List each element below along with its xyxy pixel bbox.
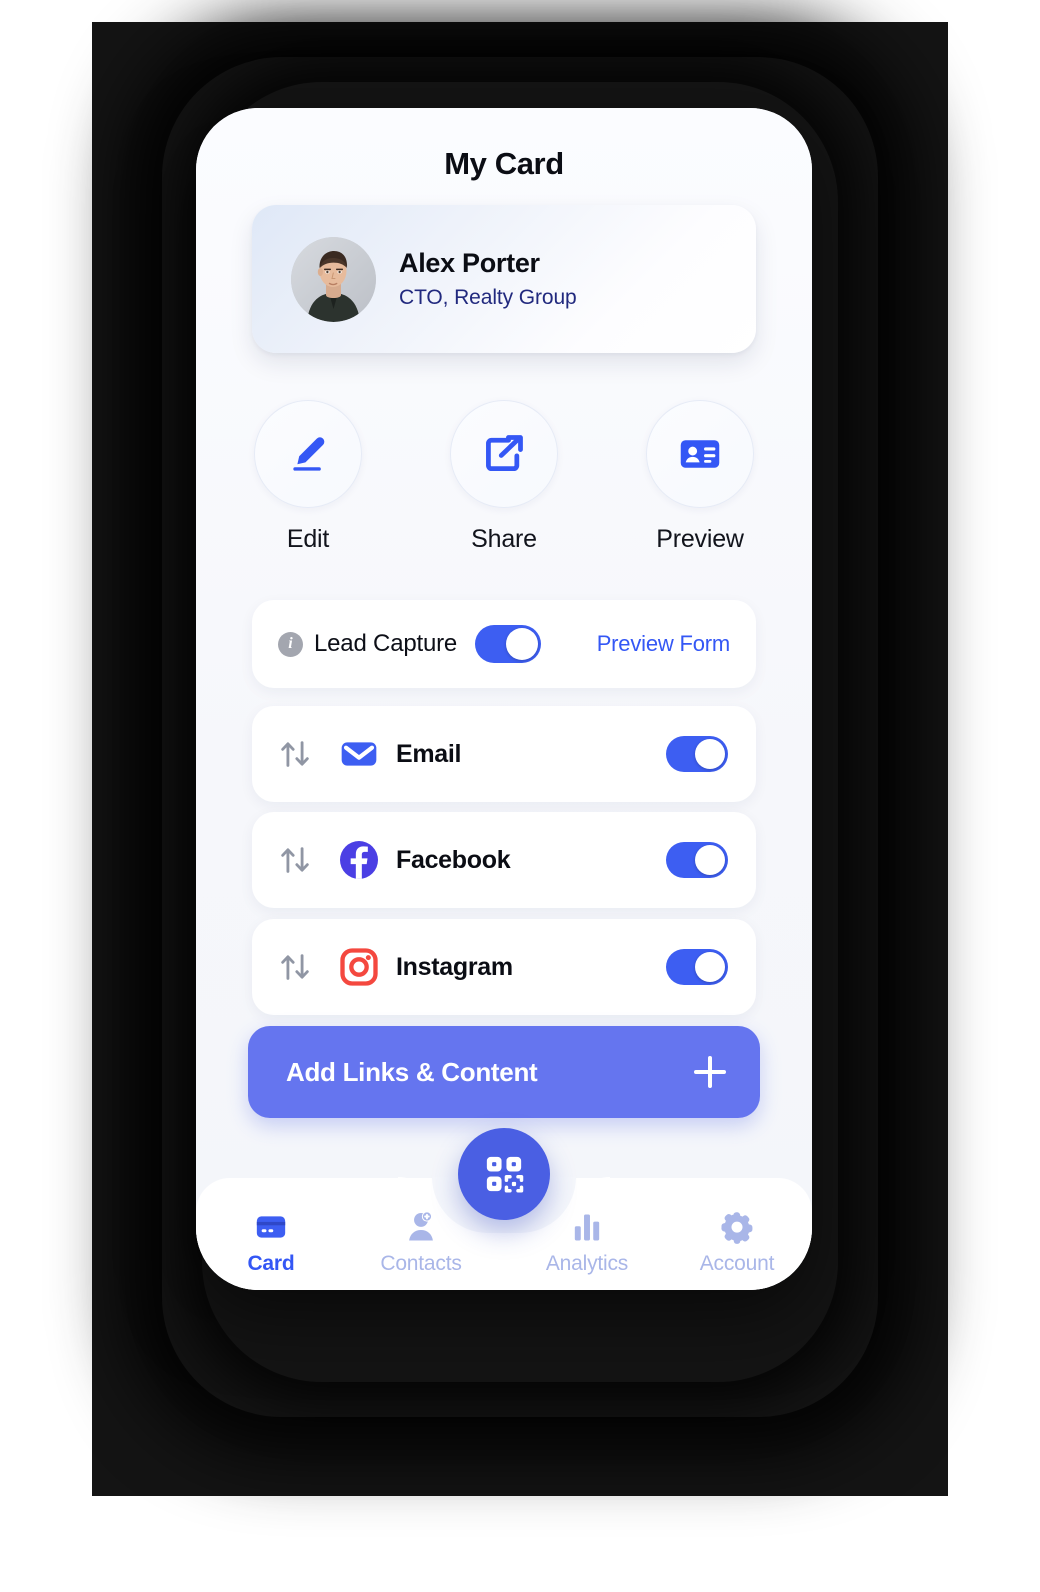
reorder-arrows-icon[interactable]	[278, 737, 312, 771]
qr-code-icon	[483, 1153, 525, 1195]
action-share[interactable]: Share	[448, 400, 560, 554]
toggle-knob	[695, 739, 725, 769]
preview-form-link[interactable]: Preview Form	[597, 631, 730, 657]
nav-item-contacts[interactable]: Contacts	[346, 1208, 496, 1276]
edit-label: Edit	[286, 525, 330, 553]
action-preview[interactable]: Preview	[644, 400, 756, 554]
nav-label-contacts: Contacts	[380, 1252, 462, 1275]
qr-scan-button[interactable]	[458, 1128, 550, 1220]
toggle-knob	[695, 845, 725, 875]
preview-label: Preview	[656, 525, 744, 553]
email-label: Email	[396, 739, 462, 768]
nav-label-account: Account	[699, 1252, 775, 1275]
bar-chart-icon	[570, 1208, 604, 1246]
facebook-toggle[interactable]	[666, 842, 728, 878]
add-person-icon	[404, 1208, 438, 1246]
instagram-icon	[339, 947, 379, 987]
nav-label-card: Card	[247, 1252, 295, 1275]
instagram-toggle[interactable]	[666, 949, 728, 985]
phone-frame: My Card Alex Porter CTO, Realty Group Ed…	[196, 108, 812, 1290]
toggle-knob	[695, 952, 725, 982]
credit-card-icon	[254, 1208, 288, 1246]
page-title: My Card	[444, 146, 564, 181]
link-row-facebook: Facebook	[252, 812, 756, 908]
profile-role: CTO, Realty Group	[399, 285, 577, 309]
edit-button[interactable]	[254, 400, 362, 508]
nav-label-analytics: Analytics	[545, 1252, 629, 1275]
lead-capture-row: i Lead Capture Preview Form	[252, 600, 756, 688]
email-icon	[339, 734, 379, 774]
share-label: Share	[471, 525, 537, 553]
email-toggle[interactable]	[666, 736, 728, 772]
instagram-label: Instagram	[396, 952, 513, 981]
nav-item-analytics[interactable]: Analytics	[512, 1208, 662, 1276]
lead-capture-toggle[interactable]	[475, 625, 542, 663]
add-button-label: Add Links & Content	[286, 1056, 538, 1087]
action-edit[interactable]: Edit	[252, 400, 364, 554]
link-row-email: Email	[252, 706, 756, 802]
share-button[interactable]	[450, 400, 558, 508]
reorder-arrows-icon[interactable]	[278, 950, 312, 984]
toggle-knob	[506, 628, 539, 660]
profile-text: Alex Porter CTO, Realty Group	[399, 248, 577, 309]
plus-icon	[694, 1056, 726, 1088]
share-icon	[482, 432, 526, 476]
lead-capture-label: Lead Capture	[314, 630, 458, 657]
pencil-icon	[286, 432, 330, 476]
quick-actions: Edit Share Preview	[252, 400, 756, 554]
reorder-arrows-icon[interactable]	[278, 843, 312, 877]
id-card-icon	[678, 432, 722, 476]
link-row-instagram: Instagram	[252, 919, 756, 1015]
profile-name: Alex Porter	[399, 248, 540, 279]
nav-item-account[interactable]: Account	[662, 1208, 812, 1276]
app-screen: My Card Alex Porter CTO, Realty Group Ed…	[196, 108, 812, 1290]
add-links-and-content-button[interactable]: Add Links & Content	[248, 1026, 760, 1118]
gear-icon	[720, 1208, 754, 1246]
facebook-icon	[339, 840, 379, 880]
facebook-label: Facebook	[396, 845, 511, 874]
profile-card[interactable]: Alex Porter CTO, Realty Group	[252, 205, 756, 353]
nav-item-card[interactable]: Card	[196, 1208, 346, 1276]
avatar	[291, 236, 376, 322]
info-icon[interactable]: i	[278, 631, 303, 657]
preview-button[interactable]	[646, 400, 754, 508]
